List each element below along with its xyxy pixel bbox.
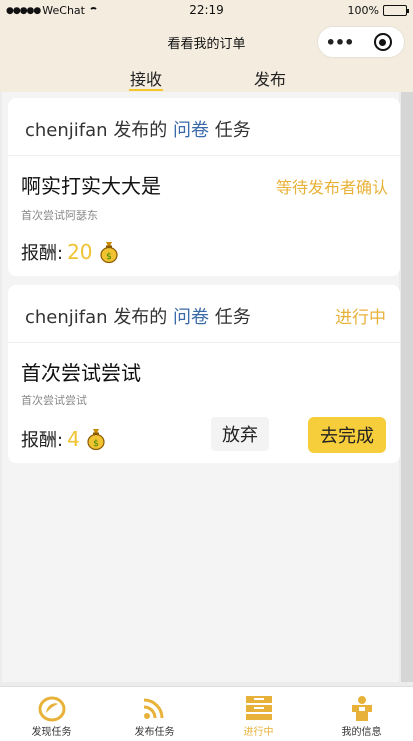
discover-icon [38, 696, 66, 722]
task-status: 等待发布者确认 [275, 178, 388, 197]
active-tab-indicator [129, 89, 163, 91]
tab-publish[interactable]: 发布 [252, 66, 288, 90]
svg-text:$: $ [93, 439, 99, 449]
task-type: 问卷 [173, 120, 210, 141]
money-bag-icon: $ [87, 429, 105, 450]
reward: 报酬: 20 $ [21, 239, 119, 265]
tabbar-label: 进行中 [243, 727, 274, 738]
profile-icon [352, 696, 372, 721]
tabbar-label: 发布任务 [134, 727, 175, 738]
order-source-line: chenjifan 发布的 问卷 任务 [25, 303, 251, 329]
tabbar-item-profile[interactable]: 我的信息 [310, 687, 413, 741]
svg-text:$: $ [106, 252, 112, 262]
in-progress-icon [246, 696, 272, 720]
scrollbar[interactable] [401, 92, 413, 682]
bottom-tab-bar: 发现任务 发布任务 进行中 我的信息 [0, 686, 413, 741]
reward: 报酬: 4 $ [21, 426, 106, 452]
tabbar-item-discover[interactable]: 发现任务 [0, 687, 103, 741]
money-bag-icon: $ [99, 242, 118, 263]
order-card-header: chenjifan 发布的 问卷 任务 [8, 98, 400, 156]
order-card[interactable]: chenjifan 发布的 问卷 任务 啊实打实大大是 等待发布者确认 首次尝试… [8, 98, 400, 276]
reward-amount: 4 [67, 427, 80, 451]
tabbar-item-publish[interactable]: 发布任务 [103, 687, 206, 741]
task-text: 任务 [214, 120, 251, 141]
battery-info: 100% [347, 4, 409, 17]
order-source-line: chenjifan 发布的 问卷 任务 [25, 116, 251, 142]
reward-amount: 20 [67, 240, 93, 264]
task-title: 啊实打实大大是 [21, 174, 161, 198]
order-card-header: chenjifan 发布的 问卷 任务 进行中 [8, 285, 400, 343]
tabbar-item-in-progress[interactable]: 进行中 [207, 687, 310, 741]
finish-button[interactable]: 去完成 [308, 417, 386, 453]
reward-label: 报酬: [21, 243, 64, 264]
task-type: 问卷 [173, 307, 210, 328]
order-tabs: 接收 发布 [0, 62, 413, 92]
rss-icon [143, 698, 164, 719]
publisher-name: chenjifan [25, 120, 108, 141]
task-description: 首次尝试尝试 [21, 394, 87, 407]
task-text: 任务 [214, 307, 251, 328]
abandon-button[interactable]: 放弃 [211, 417, 269, 451]
nav-bar: 看看我的订单 ••• [0, 22, 413, 62]
published-text: 发布的 [113, 120, 168, 141]
mini-program-capsule: ••• [317, 26, 405, 58]
task-description: 首次尝试阿瑟东 [21, 209, 98, 222]
order-card[interactable]: chenjifan 发布的 问卷 任务 进行中 首次尝试尝试 首次尝试尝试 报酬… [8, 285, 400, 463]
battery-icon [383, 5, 409, 16]
tab-receive[interactable]: 接收 [128, 66, 164, 90]
order-status-badge: 进行中 [335, 308, 386, 328]
status-bar: ●●●●● WeChat 22:19 100% [0, 0, 413, 22]
reward-label: 报酬: [21, 430, 64, 451]
task-title: 首次尝试尝试 [21, 361, 141, 385]
published-text: 发布的 [113, 307, 168, 328]
more-dots-icon[interactable]: ••• [318, 33, 361, 52]
tabbar-label: 我的信息 [341, 727, 382, 738]
target-circle-icon[interactable] [361, 33, 404, 51]
battery-percent: 100% [347, 4, 379, 17]
tabbar-label: 发现任务 [31, 727, 72, 738]
publisher-name: chenjifan [25, 307, 108, 328]
